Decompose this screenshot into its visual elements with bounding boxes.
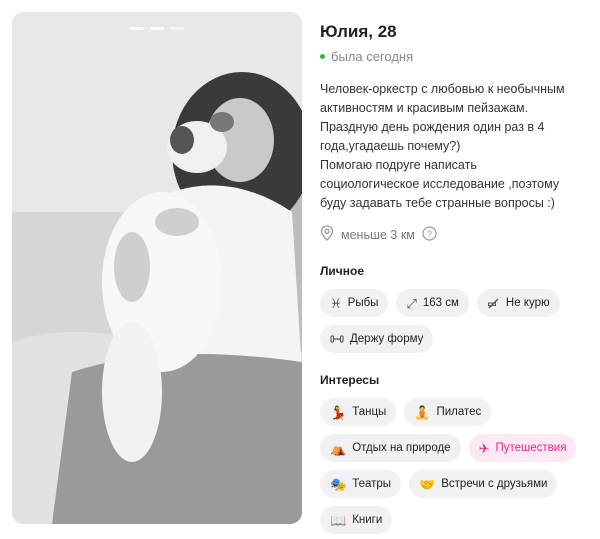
chip-travel[interactable]: ✈ Путешествия xyxy=(468,434,577,462)
dancer-icon: 💃 xyxy=(330,404,347,420)
dumbbell-icon xyxy=(330,333,344,345)
chip-height[interactable]: ⤢ 163 см xyxy=(396,289,469,317)
chip-label: Театры xyxy=(352,478,392,490)
chip-label: Встречи с друзьями xyxy=(441,478,548,490)
chip-label: Книги xyxy=(352,514,383,526)
profile-info: Юлия, 28 была сегодня Человек-оркестр с … xyxy=(320,22,590,534)
profile-name: Юлия, 28 xyxy=(320,22,397,41)
online-status: была сегодня xyxy=(320,49,590,64)
chip-fitness[interactable]: Держу форму xyxy=(320,325,434,353)
status-text: была сегодня xyxy=(331,49,414,64)
chip-smoking[interactable]: Не курю xyxy=(476,289,560,317)
pisces-icon: ♓ xyxy=(330,295,342,311)
svg-text:?: ? xyxy=(427,229,432,239)
location-pin-icon xyxy=(320,225,334,244)
personal-chips: ♓ Рыбы ⤢ 163 см Не курю Держу форму xyxy=(320,289,590,353)
online-dot-icon xyxy=(320,54,325,59)
chip-dance[interactable]: 💃 Танцы xyxy=(320,398,397,426)
handshake-icon: 🤝 xyxy=(419,476,436,492)
no-smoking-icon xyxy=(487,297,500,310)
interest-chips: 💃 Танцы 🧘 Пилатес ⛺ Отдых на природе ✈ П… xyxy=(320,398,590,534)
chip-theater[interactable]: 🎭 Театры xyxy=(320,470,402,498)
chip-books[interactable]: 📖 Книги xyxy=(320,506,393,534)
chip-label: Держу форму xyxy=(350,333,424,345)
chip-zodiac[interactable]: ♓ Рыбы xyxy=(320,289,389,317)
profile-photo[interactable] xyxy=(12,12,302,524)
chip-label: Путешествия xyxy=(495,442,567,454)
pagination-dot-active[interactable] xyxy=(150,27,164,30)
theater-masks-icon: 🎭 xyxy=(330,476,347,492)
photo-illustration xyxy=(12,12,302,524)
book-icon: 📖 xyxy=(330,512,347,528)
chip-label: Пилатес xyxy=(436,406,482,418)
height-icon: ⤢ xyxy=(406,295,417,311)
distance-row: меньше 3 км ? xyxy=(320,225,590,244)
distance-text: меньше 3 км xyxy=(341,227,415,242)
chip-friends[interactable]: 🤝 Встречи с друзьями xyxy=(409,470,558,498)
camping-icon: ⛺ xyxy=(330,440,347,456)
pagination-dot[interactable] xyxy=(170,27,184,30)
photo-pagination xyxy=(12,27,302,30)
personal-section-title: Личное xyxy=(320,264,365,278)
chip-nature[interactable]: ⛺ Отдых на природе xyxy=(320,434,461,462)
chip-label: Не курю xyxy=(505,297,550,309)
profile-bio: Человек-оркестр с любовью к необычным ак… xyxy=(320,82,565,210)
chip-label: Танцы xyxy=(352,406,387,418)
chip-label: Рыбы xyxy=(347,297,379,309)
chip-label: 163 см xyxy=(422,297,459,309)
pilates-icon: 🧘 xyxy=(414,404,431,420)
interests-section-title: Интересы xyxy=(320,373,380,387)
chip-label: Отдых на природе xyxy=(352,442,451,454)
help-icon[interactable]: ? xyxy=(422,225,437,244)
airplane-icon: ✈ xyxy=(478,440,490,456)
pagination-dot-active[interactable] xyxy=(130,27,144,30)
chip-pilates[interactable]: 🧘 Пилатес xyxy=(404,398,492,426)
